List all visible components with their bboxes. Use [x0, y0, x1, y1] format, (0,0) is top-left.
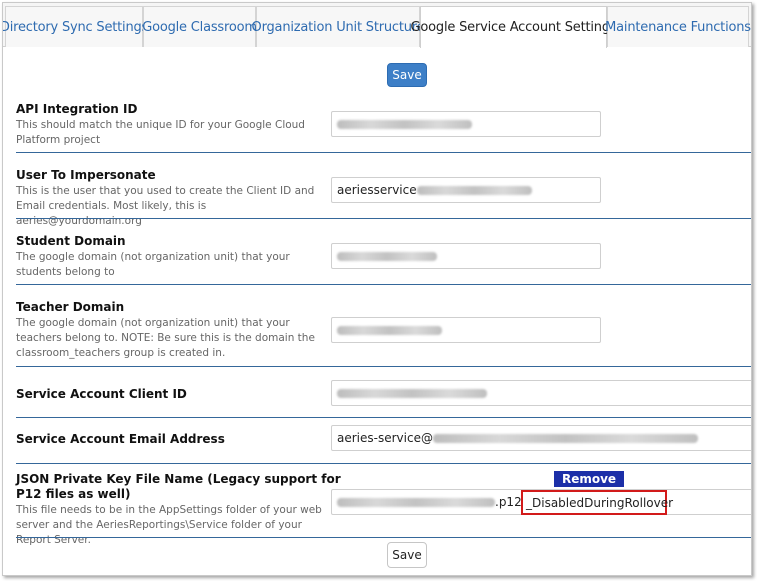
service-account-client-id-label: Service Account Client ID	[16, 387, 187, 401]
divider	[16, 152, 751, 153]
settings-panel: Directory Sync Settings Google Classroom…	[2, 2, 752, 576]
tab-bar: Directory Sync Settings Google Classroom…	[3, 3, 751, 48]
divider	[16, 537, 751, 538]
redacted-value	[416, 185, 532, 195]
service-account-email-value: aeries-service@	[337, 431, 433, 445]
api-integration-id-description: This should match the unique ID for your…	[16, 119, 305, 146]
redacted-value	[337, 497, 495, 507]
teacher-domain-label: Teacher Domain	[16, 300, 125, 314]
student-domain-label: Student Domain	[16, 234, 126, 248]
json-key-file-label: JSON Private Key File Name (Legacy suppo…	[16, 472, 341, 501]
redacted-value	[432, 433, 698, 443]
api-integration-id-input[interactable]	[331, 111, 601, 137]
divider	[16, 218, 751, 219]
divider	[16, 463, 751, 464]
api-integration-id-label: API Integration ID	[16, 102, 138, 116]
student-domain-description: The google domain (not organization unit…	[16, 251, 290, 278]
service-account-email-input[interactable]: aeries-service@	[331, 425, 751, 451]
tab-organization-unit-structure[interactable]: Organization Unit Structure	[252, 6, 425, 47]
teacher-domain-description: The google domain (not organization unit…	[16, 317, 315, 359]
tab-google-classroom[interactable]: Google Classroom	[142, 6, 257, 47]
student-domain-input[interactable]	[331, 243, 601, 269]
redacted-value	[337, 119, 472, 129]
highlighted-suffix-annotation: _DisabledDuringRollover	[521, 490, 673, 515]
divider	[16, 366, 751, 367]
user-to-impersonate-value: aeriesservice	[337, 183, 417, 197]
save-button-top[interactable]: Save	[387, 63, 427, 87]
user-to-impersonate-input[interactable]: aeriesservice	[331, 177, 601, 203]
divider	[16, 417, 751, 418]
json-key-file-extension: .p12	[495, 495, 522, 509]
tab-google-service-account-settings[interactable]: Google Service Account Settings	[411, 6, 617, 48]
service-account-client-id-input[interactable]	[331, 380, 751, 406]
user-to-impersonate-label: User To Impersonate	[16, 168, 156, 182]
redacted-value	[337, 325, 442, 335]
json-key-file-description: This file needs to be in the AppSettings…	[16, 504, 322, 546]
save-button-bottom[interactable]: Save	[387, 542, 427, 568]
tab-maintenance-functions[interactable]: Maintenance Functions	[605, 6, 751, 47]
tab-directory-sync-settings[interactable]: Directory Sync Settings	[3, 6, 148, 47]
redacted-value	[337, 251, 437, 261]
highlighted-suffix-text: _DisabledDuringRollover	[526, 495, 674, 510]
user-to-impersonate-description: This is the user that you used to create…	[16, 185, 315, 227]
service-account-email-label: Service Account Email Address	[16, 432, 225, 446]
teacher-domain-input[interactable]	[331, 317, 601, 343]
redacted-value	[337, 388, 487, 398]
divider	[16, 284, 751, 285]
remove-annotation-label: Remove	[554, 471, 624, 487]
